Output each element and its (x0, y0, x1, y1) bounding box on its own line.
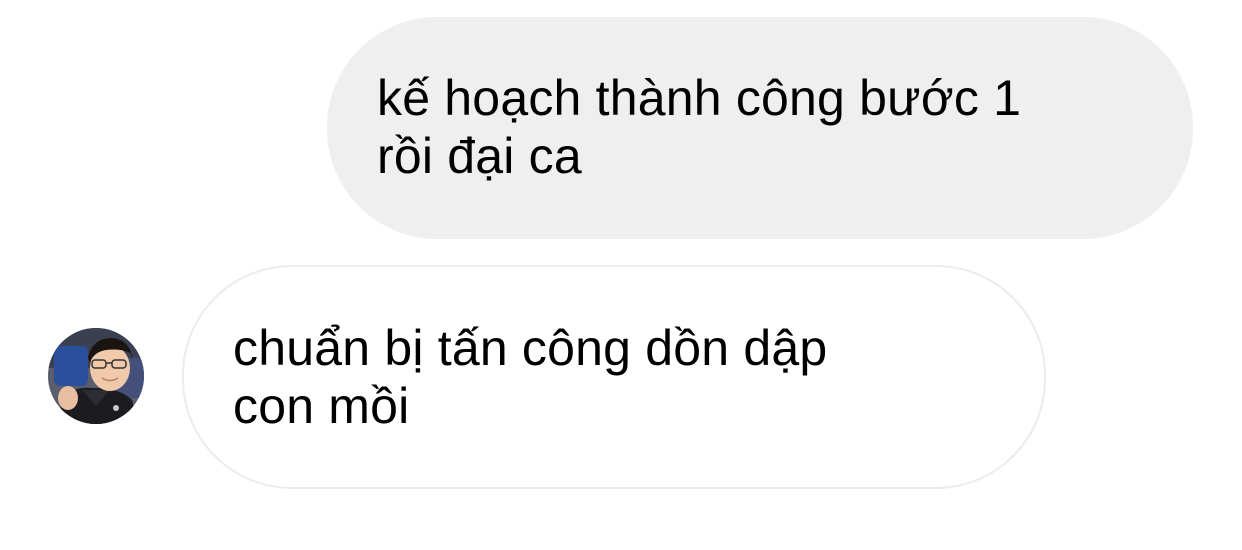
received-message-line-1: chuẩn bị tấn công dồn dập (233, 320, 828, 376)
sent-message-bubble[interactable]: kế hoạch thành công bước 1 rồi đại ca (327, 17, 1193, 239)
sent-message-line-1: kế hoạch thành công bước 1 (377, 70, 1022, 126)
contact-avatar[interactable] (48, 328, 144, 424)
avatar-photo-icon (48, 328, 144, 424)
received-message-bubble[interactable]: chuẩn bị tấn công dồn dập con mồi (182, 265, 1046, 489)
sent-message-line-2: rồi đại ca (377, 128, 582, 184)
received-message-line-2: con mồi (233, 378, 410, 434)
